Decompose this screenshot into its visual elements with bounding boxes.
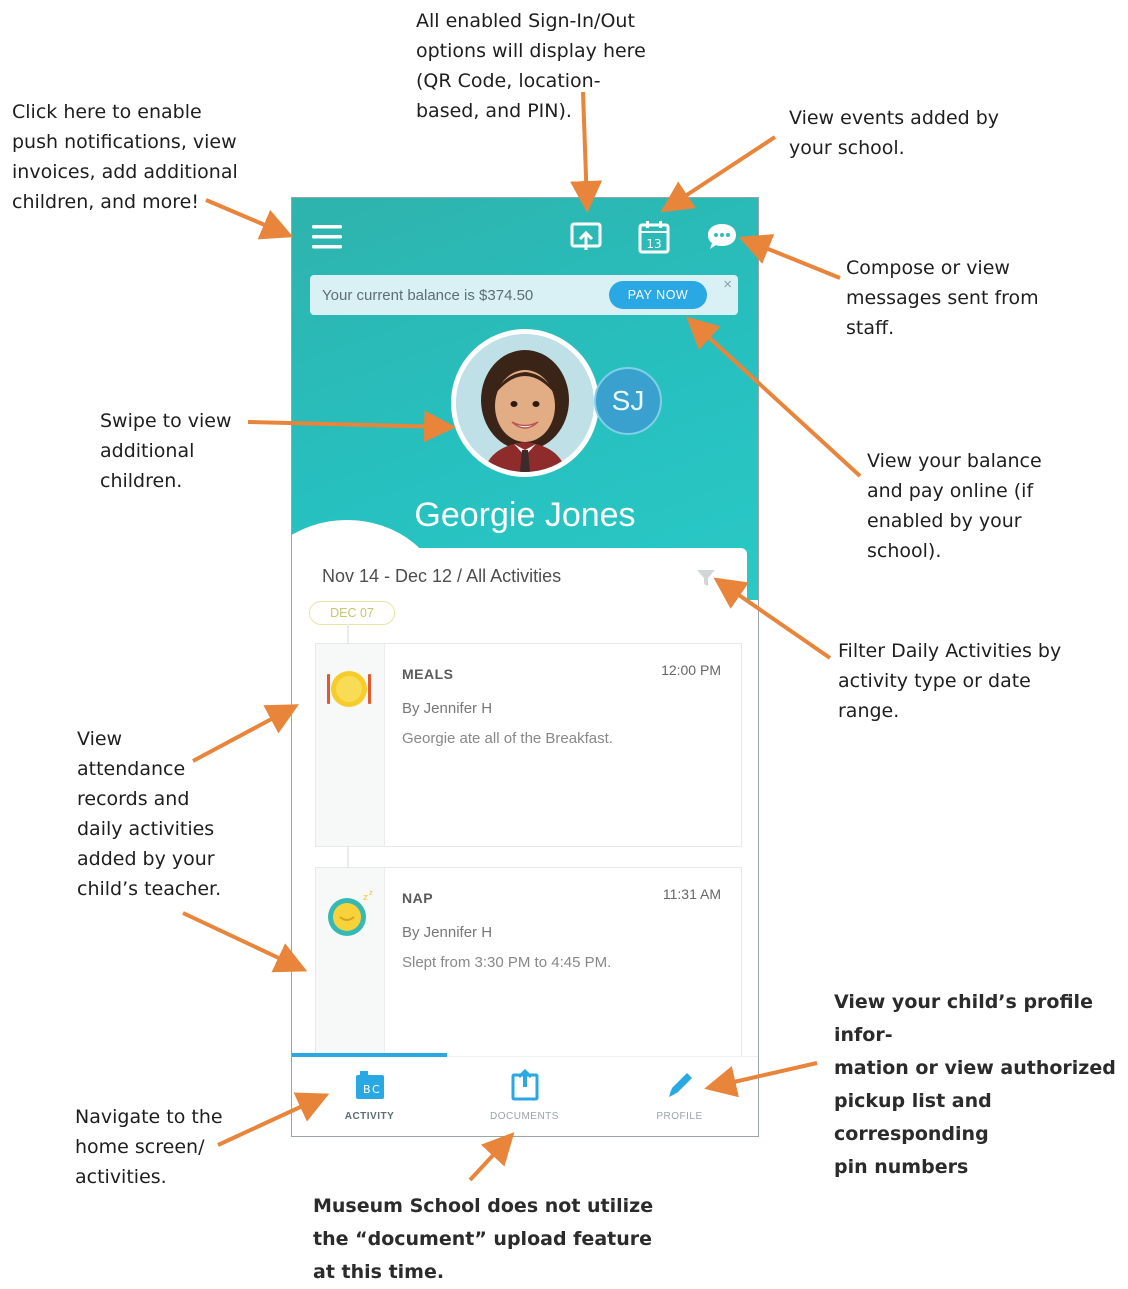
arrow-records-1 (192, 704, 300, 763)
arrow-swipe (247, 410, 456, 443)
arrow-balance (686, 316, 862, 478)
arrow-messages (738, 234, 841, 280)
arrow-records-2 (182, 911, 308, 973)
arrow-filter (713, 577, 832, 660)
arrow-signin (570, 91, 603, 213)
arrow-documents (468, 1132, 515, 1182)
callout-arrows (182, 91, 862, 1182)
arrow-home (217, 1092, 330, 1147)
arrow-profile (704, 1061, 818, 1098)
arrow-events (660, 135, 777, 213)
arrow-menu (205, 198, 294, 240)
